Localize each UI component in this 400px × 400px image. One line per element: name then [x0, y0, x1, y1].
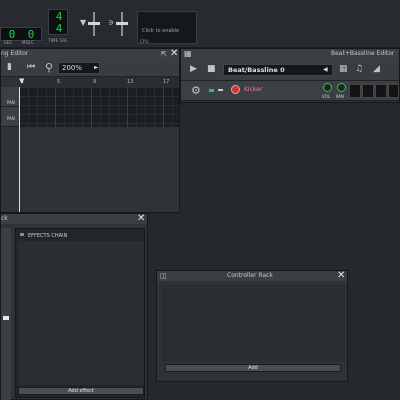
add-pattern-icon[interactable]: ▦ — [339, 64, 348, 74]
app-workspace: 0 0 SEC MSEC 4 4 TIME SIG ▼ ∍ Click to e… — [0, 0, 400, 400]
time-sig-denominator: 4 — [55, 22, 63, 35]
step-button[interactable] — [388, 84, 399, 98]
step-button[interactable] — [349, 84, 361, 98]
mute-led-icon[interactable] — [209, 89, 214, 92]
beat-bassline-window: ▦ Beat+Bassline Editor ▶ ■ Beat/Bassline… — [180, 48, 400, 103]
effects-list[interactable] — [18, 241, 144, 385]
playhead-line — [19, 87, 20, 212]
ruler-mark: 17 — [163, 79, 170, 85]
cpu-meter[interactable]: Click to enable CPU — [137, 11, 197, 44]
track-row-kicker[interactable]: ⚙ Kicker VOL PAN — [181, 81, 399, 101]
piano-roll-toolbar: ▮ ⏮ ⚲ 200% ► — [1, 59, 179, 77]
sec-label: SEC — [4, 40, 13, 45]
cpu-hint: Click to enable — [142, 28, 180, 34]
add-sample-track-icon[interactable]: ♫ — [355, 64, 363, 74]
main-toolbar: 0 0 SEC MSEC 4 4 TIME SIG ▼ ∍ Click to e… — [0, 0, 400, 48]
ruler-mark: 5 — [57, 79, 61, 85]
ruler-mark: 9 — [93, 79, 97, 85]
fx-titlebar[interactable]: ck ✕ — [1, 214, 147, 224]
master-volume-slider[interactable] — [88, 12, 100, 36]
controller-rack-icon: ◫ — [160, 272, 167, 280]
pan-knob[interactable] — [337, 83, 346, 92]
bb-titlebar[interactable]: ▦ Beat+Bassline Editor — [181, 49, 399, 59]
master-pitch-icon: ∍ — [108, 18, 114, 27]
fader-handle[interactable] — [3, 316, 9, 320]
controller-rack-titlebar[interactable]: ◫ Controller Rack ✕ — [157, 271, 347, 281]
zoom-dropdown-icon[interactable]: ► — [94, 64, 99, 71]
step-button[interactable] — [362, 84, 374, 98]
effects-chain-label: EFFECTS CHAIN — [28, 233, 68, 239]
fx-title: ck — [1, 215, 8, 222]
controller-rack-window: ◫ Controller Rack ✕ Add — [156, 270, 348, 382]
piano-roll-titlebar[interactable]: ng Editor ⇱ ✕ — [1, 49, 179, 59]
cpu-label: CPU — [140, 39, 149, 44]
piano-roll-title: ng Editor — [1, 50, 29, 57]
controller-rack-title: Controller Rack — [227, 272, 273, 279]
piano-roll-window: ng Editor ⇱ ✕ ▮ ⏮ ⚲ 200% ► 1 5 9 13 17 ▼… — [0, 48, 180, 213]
close-icon[interactable]: ✕ — [337, 271, 345, 281]
track-name[interactable]: Kicker — [244, 86, 262, 93]
volume-knob[interactable] — [323, 83, 332, 92]
key-slot-2[interactable]: PAN — [1, 107, 19, 127]
close-icon[interactable]: ✕ — [137, 214, 145, 224]
magnifier-icon: ⚲ — [45, 61, 54, 74]
playhead-icon[interactable]: ▼ — [19, 77, 24, 85]
record-icon[interactable]: ▮ — [7, 62, 12, 72]
rewind-icon[interactable]: ⏮ — [27, 62, 35, 72]
fx-chain-window: ck ✕ EFFECTS CHAIN Add effect — [0, 213, 148, 400]
key-slot-1[interactable]: PAN — [1, 87, 19, 107]
play-icon[interactable]: ▶ — [190, 64, 197, 74]
bb-title: Beat+Bassline Editor — [331, 50, 395, 57]
time-display[interactable]: 0 0 — [0, 27, 42, 41]
msec-label: MSEC — [22, 40, 35, 45]
add-effect-button[interactable]: Add effect — [18, 387, 144, 395]
add-automation-icon[interactable]: ◢ — [373, 64, 380, 74]
restore-icon[interactable]: ⇱ — [161, 49, 167, 59]
effects-enable-led[interactable] — [20, 233, 24, 236]
pan-label: PAN — [336, 94, 344, 99]
controller-list[interactable] — [161, 284, 345, 362]
instrument-icon — [231, 85, 240, 94]
slider-handle[interactable] — [88, 22, 100, 25]
time-sig-label: TIME SIG — [48, 38, 68, 43]
step-button[interactable] — [375, 84, 387, 98]
close-icon[interactable]: ✕ — [170, 49, 178, 59]
vol-label: VOL — [322, 94, 331, 99]
ruler-mark: 13 — [127, 79, 134, 85]
solo-dash-icon[interactable] — [218, 89, 223, 91]
pan-label: PAN — [7, 100, 15, 105]
time-signature-display[interactable]: 4 4 — [48, 9, 68, 35]
pattern-prev-icon[interactable]: ◀ — [323, 66, 328, 73]
pattern-select[interactable]: Beat/Bassline 0 — [223, 64, 333, 76]
piano-keys-panel: PAN PAN — [1, 87, 19, 212]
gear-icon[interactable]: ⚙ — [191, 84, 201, 97]
timeline-ruler[interactable]: 1 5 9 13 17 ▼ — [19, 77, 179, 87]
pan-label: PAN — [7, 116, 15, 121]
effects-chain-panel: EFFECTS CHAIN Add effect — [15, 228, 145, 398]
master-volume-icon: ▼ — [80, 18, 87, 27]
note-grid-bars — [19, 87, 179, 127]
grid-icon: ▦ — [184, 49, 192, 58]
master-pitch-slider[interactable] — [116, 12, 128, 36]
bb-toolbar: ▶ ■ Beat/Bassline 0 ◀ ▦ ♫ ◢ — [181, 59, 399, 81]
add-controller-button[interactable]: Add — [165, 364, 341, 372]
slider-handle[interactable] — [116, 22, 128, 25]
stop-icon[interactable]: ■ — [207, 64, 216, 74]
fx-channel-strip[interactable] — [1, 228, 11, 400]
